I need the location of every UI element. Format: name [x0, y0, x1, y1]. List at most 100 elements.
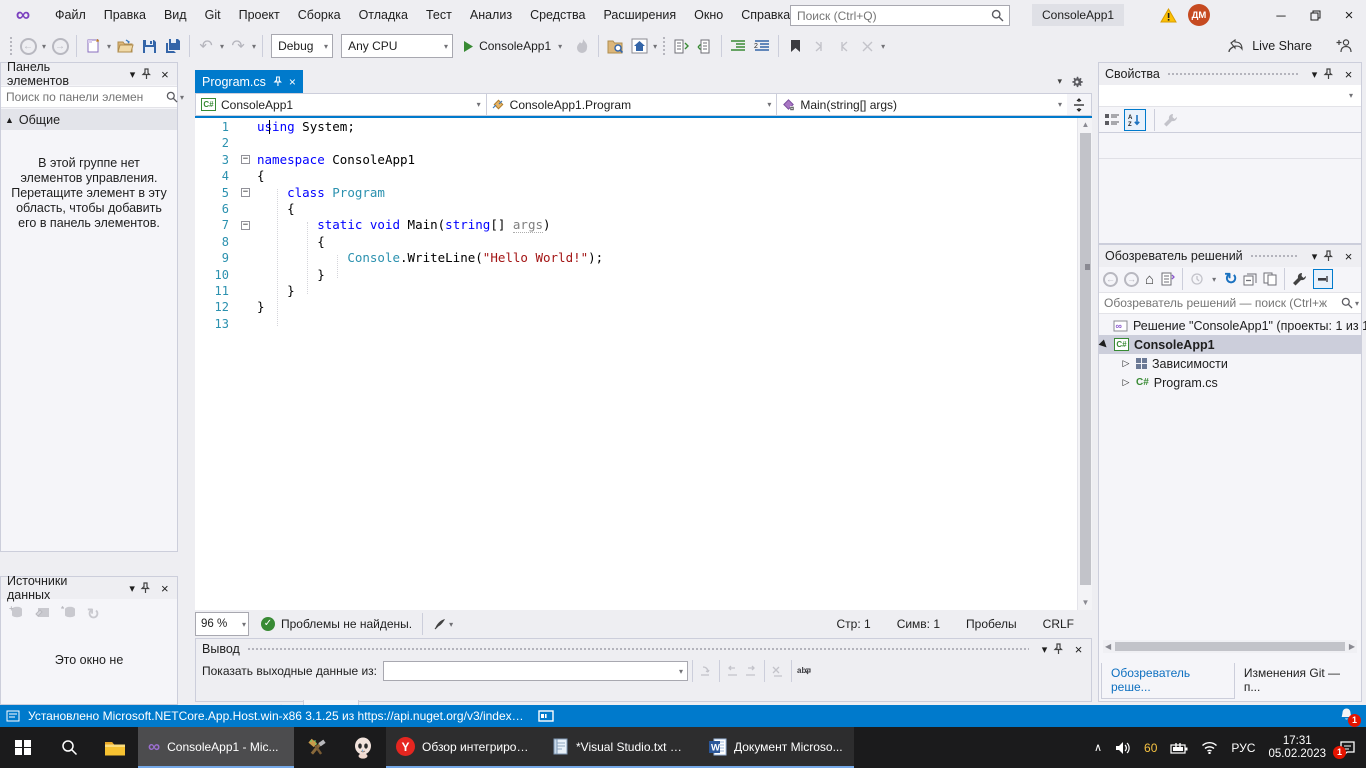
refresh-icon[interactable]: ↻ — [1224, 269, 1237, 289]
navigate-back-dropdown[interactable]: ▾ — [40, 42, 48, 51]
code-line[interactable]: 6 { — [195, 201, 1077, 217]
scroll-down-arrow[interactable]: ▼ — [1078, 596, 1092, 610]
menu-extensions[interactable]: Расширения — [594, 0, 685, 30]
solution-explorer-pin-icon[interactable] — [1323, 250, 1340, 262]
taskbar-visual-studio-button[interactable]: ∞ ConsoleApp1 - Mic... — [138, 727, 294, 768]
hot-reload-icon[interactable] — [570, 34, 594, 58]
menu-window[interactable]: Окно — [685, 0, 732, 30]
toolbox-search-box[interactable]: ▾ — [1, 86, 177, 108]
solution-name-badge[interactable]: ConsoleApp1 — [1032, 4, 1124, 26]
line-number[interactable]: 7 — [195, 217, 241, 233]
action-center-icon[interactable]: 1 — [1339, 740, 1356, 756]
scroll-right-arrow[interactable]: ▶ — [1347, 642, 1357, 651]
live-share-icon[interactable] — [1227, 39, 1244, 54]
properties-header[interactable]: Свойства ▾ × — [1099, 63, 1361, 85]
tab-program-cs[interactable]: Program.cs × — [195, 70, 303, 93]
solution-explorer-menu-dropdown[interactable]: ▾ — [1306, 250, 1323, 263]
solution-explorer-search-box[interactable]: ▾ — [1099, 292, 1361, 314]
next-message-icon[interactable] — [742, 663, 760, 679]
toolbox-header[interactable]: Панель элементов ▾ × — [1, 63, 177, 85]
taskbar-clock[interactable]: 17:31 05.02.2023 — [1268, 735, 1326, 761]
expander-open-icon[interactable]: ▶ — [1097, 337, 1112, 352]
output-pin-icon[interactable] — [1053, 643, 1070, 655]
quick-search-box[interactable] — [790, 5, 1010, 26]
collapse-region-icon[interactable]: − — [241, 155, 250, 164]
line-number[interactable]: 6 — [195, 201, 241, 217]
properties-wrench-icon[interactable] — [1292, 272, 1307, 286]
collapse-region-icon[interactable]: − — [241, 221, 250, 230]
properties-object-combo[interactable]: ▾ — [1099, 85, 1361, 107]
data-sources-header[interactable]: Источники данных ▾ × — [1, 577, 177, 599]
line-number[interactable]: 13 — [195, 316, 241, 332]
language-indicator[interactable]: РУС — [1231, 741, 1255, 755]
new-project-dropdown[interactable]: ▾ — [105, 42, 113, 51]
data-sources-menu-dropdown[interactable]: ▾ — [124, 582, 140, 595]
code-line[interactable]: 2 — [195, 135, 1077, 151]
editor-options-gear-icon[interactable] — [1070, 75, 1084, 89]
home-icon[interactable] — [627, 34, 651, 58]
navigate-forward-icon[interactable]: → — [48, 34, 72, 58]
output-close-icon[interactable]: × — [1070, 642, 1087, 657]
taskbar-isaac-game-button[interactable] — [340, 727, 386, 768]
user-avatar[interactable]: ДМ — [1188, 4, 1210, 26]
toolbox-pin-icon[interactable] — [141, 68, 157, 80]
code-line[interactable]: 10 } — [195, 267, 1077, 283]
toolbar-grip[interactable] — [9, 36, 13, 56]
split-editor-button[interactable] — [1067, 94, 1091, 115]
document-list-dropdown[interactable]: ▾ — [1057, 76, 1062, 87]
toolbox-search-input[interactable] — [1, 90, 166, 104]
decrease-indent-icon[interactable] — [726, 34, 750, 58]
status-spaces[interactable]: Пробелы — [966, 617, 1017, 631]
properties-menu-dropdown[interactable]: ▾ — [1306, 68, 1323, 81]
restore-button[interactable] — [1298, 0, 1332, 30]
tray-chevron-icon[interactable]: ∧ — [1094, 741, 1102, 754]
increase-indent-icon[interactable]: 2 — [750, 34, 774, 58]
console-output-icon[interactable] — [538, 710, 554, 722]
add-data-source-icon[interactable]: + — [9, 605, 25, 623]
refresh-data-source-icon[interactable]: ↻ — [87, 605, 100, 623]
code-line[interactable]: 8 { — [195, 234, 1077, 250]
configure-data-source-icon[interactable] — [35, 605, 51, 623]
menu-debug[interactable]: Отладка — [350, 0, 417, 30]
code-line[interactable]: 3−namespace ConsoleApp1 — [195, 152, 1077, 168]
minimize-button[interactable]: ─ — [1264, 0, 1298, 30]
switch-views-icon[interactable] — [1160, 272, 1175, 286]
fold-gutter[interactable]: − — [241, 152, 257, 168]
code-line[interactable]: 7− static void Main(string[] args) — [195, 217, 1077, 233]
expander-collapsed-icon[interactable]: ▷ — [1121, 358, 1131, 369]
scroll-up-arrow[interactable]: ▲ — [1078, 118, 1092, 132]
line-number[interactable]: 12 — [195, 299, 241, 315]
code-cleanup-dropdown[interactable]: ▾ — [447, 620, 455, 629]
fold-gutter[interactable]: − — [241, 217, 257, 233]
new-project-icon[interactable]: * — [81, 34, 105, 58]
taskbar-word-button[interactable]: W Документ Microso... — [698, 727, 854, 768]
tree-row-dependencies[interactable]: ▷ Зависимости — [1099, 354, 1361, 373]
properties-close-icon[interactable]: × — [1340, 67, 1357, 82]
line-number[interactable]: 4 — [195, 168, 241, 184]
taskbar-yandex-browser-button[interactable]: Y Обзор интегриров... — [386, 727, 542, 768]
navigate-back-icon[interactable]: ← — [16, 34, 40, 58]
menu-tools[interactable]: Средства — [521, 0, 594, 30]
solution-explorer-hscrollbar[interactable]: ◀ ▶ — [1103, 640, 1357, 653]
find-in-files-icon[interactable] — [603, 34, 627, 58]
toolbox-close-icon[interactable]: × — [157, 67, 173, 82]
home-dropdown[interactable]: ▾ — [651, 42, 659, 51]
status-line-ending[interactable]: CRLF — [1043, 617, 1074, 631]
edit-data-source-icon[interactable]: * — [61, 605, 77, 623]
se-home-icon[interactable]: ⌂ — [1145, 271, 1154, 288]
se-forward-icon[interactable]: → — [1124, 272, 1139, 287]
properties-pin-icon[interactable] — [1323, 68, 1340, 80]
data-sources-close-icon[interactable]: × — [157, 581, 173, 596]
code-line[interactable]: 9 Console.WriteLine("Hello World!"); — [195, 250, 1077, 266]
scroll-left-arrow[interactable]: ◀ — [1103, 642, 1113, 651]
start-button[interactable] — [0, 727, 46, 768]
menu-git[interactable]: Git — [196, 0, 230, 30]
redo-dropdown[interactable]: ▾ — [250, 42, 258, 51]
menu-analyze[interactable]: Анализ — [461, 0, 521, 30]
platform-combo[interactable]: Any CPU▾ — [341, 34, 453, 58]
code-cleanup-quill-icon[interactable] — [433, 617, 447, 631]
toolbox-search-dropdown[interactable]: ▾ — [178, 93, 186, 102]
line-number[interactable]: 3 — [195, 152, 241, 168]
code-line[interactable]: 11 } — [195, 283, 1077, 299]
member-dropdown[interactable]: Main(string[] args)▾ — [777, 94, 1067, 115]
